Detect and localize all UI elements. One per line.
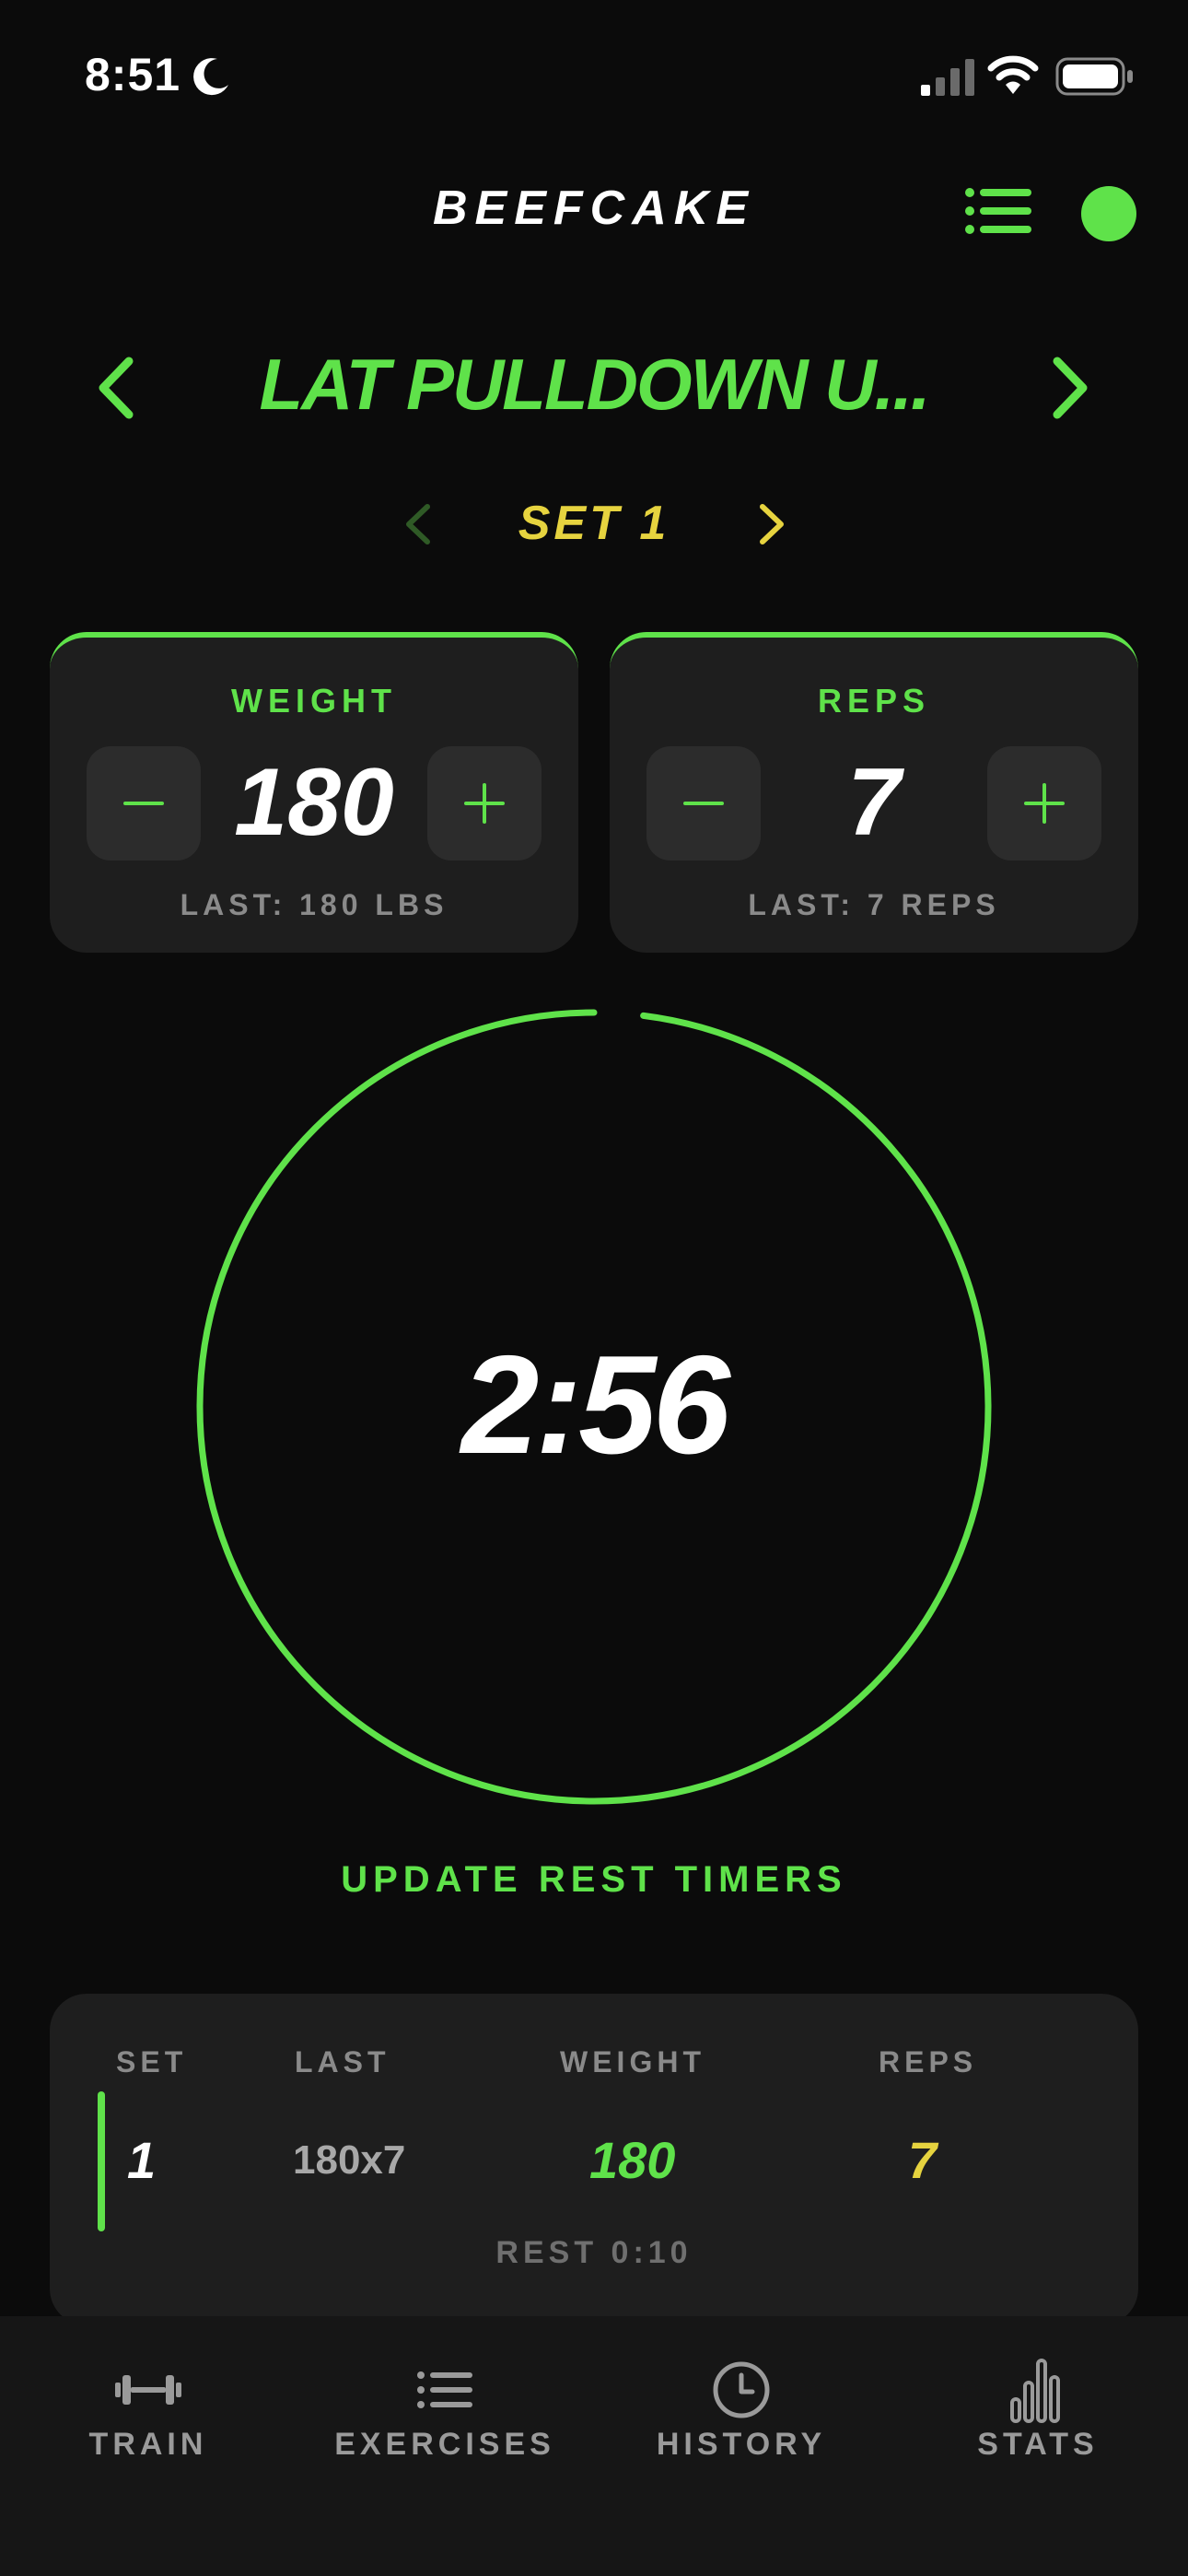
- reps-card-title: REPS: [817, 682, 931, 720]
- tab-bar: TRAIN EXERCISES HISTORY STATS: [0, 2316, 1188, 2576]
- reps-card: REPS 7 LAST: 7 REPS: [610, 632, 1138, 953]
- active-row-indicator: [98, 2091, 105, 2231]
- exercise-title: LAT PULLDOWN U...: [259, 344, 930, 425]
- set-label: SET 1: [518, 497, 670, 550]
- tab-exercises-label: EXERCISES: [334, 2427, 555, 2462]
- previous-set-chevron-icon[interactable]: [402, 501, 435, 547]
- next-exercise-chevron-icon[interactable]: [1048, 356, 1094, 420]
- decrease-reps-button[interactable]: [646, 746, 761, 861]
- tab-train[interactable]: TRAIN: [0, 2316, 297, 2500]
- decrease-weight-button[interactable]: [87, 746, 201, 861]
- next-set-chevron-icon[interactable]: [755, 501, 788, 547]
- tab-history-label: HISTORY: [656, 2427, 827, 2462]
- row-last: 180x7: [293, 2137, 406, 2183]
- weight-value[interactable]: 180: [201, 748, 427, 858]
- tab-exercises[interactable]: EXERCISES: [297, 2316, 593, 2500]
- status-time: 8:51: [85, 49, 181, 100]
- reps-value[interactable]: 7: [761, 748, 987, 858]
- weight-card-title: WEIGHT: [231, 682, 397, 720]
- tab-stats[interactable]: STATS: [890, 2316, 1186, 2500]
- increase-weight-button[interactable]: [427, 746, 542, 861]
- column-header-weight: WEIGHT: [560, 2045, 705, 2078]
- minus-icon: [123, 802, 164, 805]
- row-set-number[interactable]: 1: [127, 2130, 156, 2190]
- rest-label: REST 0:10: [495, 2235, 693, 2270]
- set-history-table: SET LAST WEIGHT REPS 1 180x7 180 7 REST …: [50, 1994, 1138, 2325]
- timer-display: 2:56: [460, 1327, 730, 1483]
- battery-icon: [1055, 57, 1133, 96]
- list-icon: [417, 2371, 472, 2408]
- cellular-signal-icon: [921, 59, 974, 96]
- minus-icon: [683, 802, 724, 805]
- previous-exercise-chevron-icon[interactable]: [92, 356, 138, 420]
- weight-card: WEIGHT 180 LAST: 180 LBS: [50, 632, 578, 953]
- row-reps[interactable]: 7: [908, 2130, 937, 2190]
- tab-train-label: TRAIN: [88, 2427, 208, 2462]
- column-header-set: SET: [116, 2045, 188, 2078]
- weight-last-label: LAST: 180 LBS: [180, 888, 448, 921]
- tab-history[interactable]: HISTORY: [593, 2316, 890, 2500]
- reps-last-label: LAST: 7 REPS: [748, 888, 1000, 921]
- row-weight[interactable]: 180: [589, 2130, 675, 2190]
- wifi-icon: [987, 55, 1039, 94]
- list-menu-icon[interactable]: [965, 188, 1031, 234]
- bar-chart-icon: [1010, 2359, 1060, 2423]
- increase-reps-button[interactable]: [987, 746, 1101, 861]
- status-indicator-dot[interactable]: [1081, 186, 1136, 241]
- column-header-reps: REPS: [879, 2045, 978, 2078]
- dumbbell-icon: [115, 2375, 181, 2405]
- update-rest-timers-button[interactable]: UPDATE REST TIMERS: [0, 1859, 1188, 1901]
- column-header-last: LAST: [295, 2045, 390, 2078]
- clock-icon: [713, 2361, 770, 2418]
- moon-icon: [193, 58, 228, 96]
- tab-stats-label: STATS: [977, 2427, 1099, 2462]
